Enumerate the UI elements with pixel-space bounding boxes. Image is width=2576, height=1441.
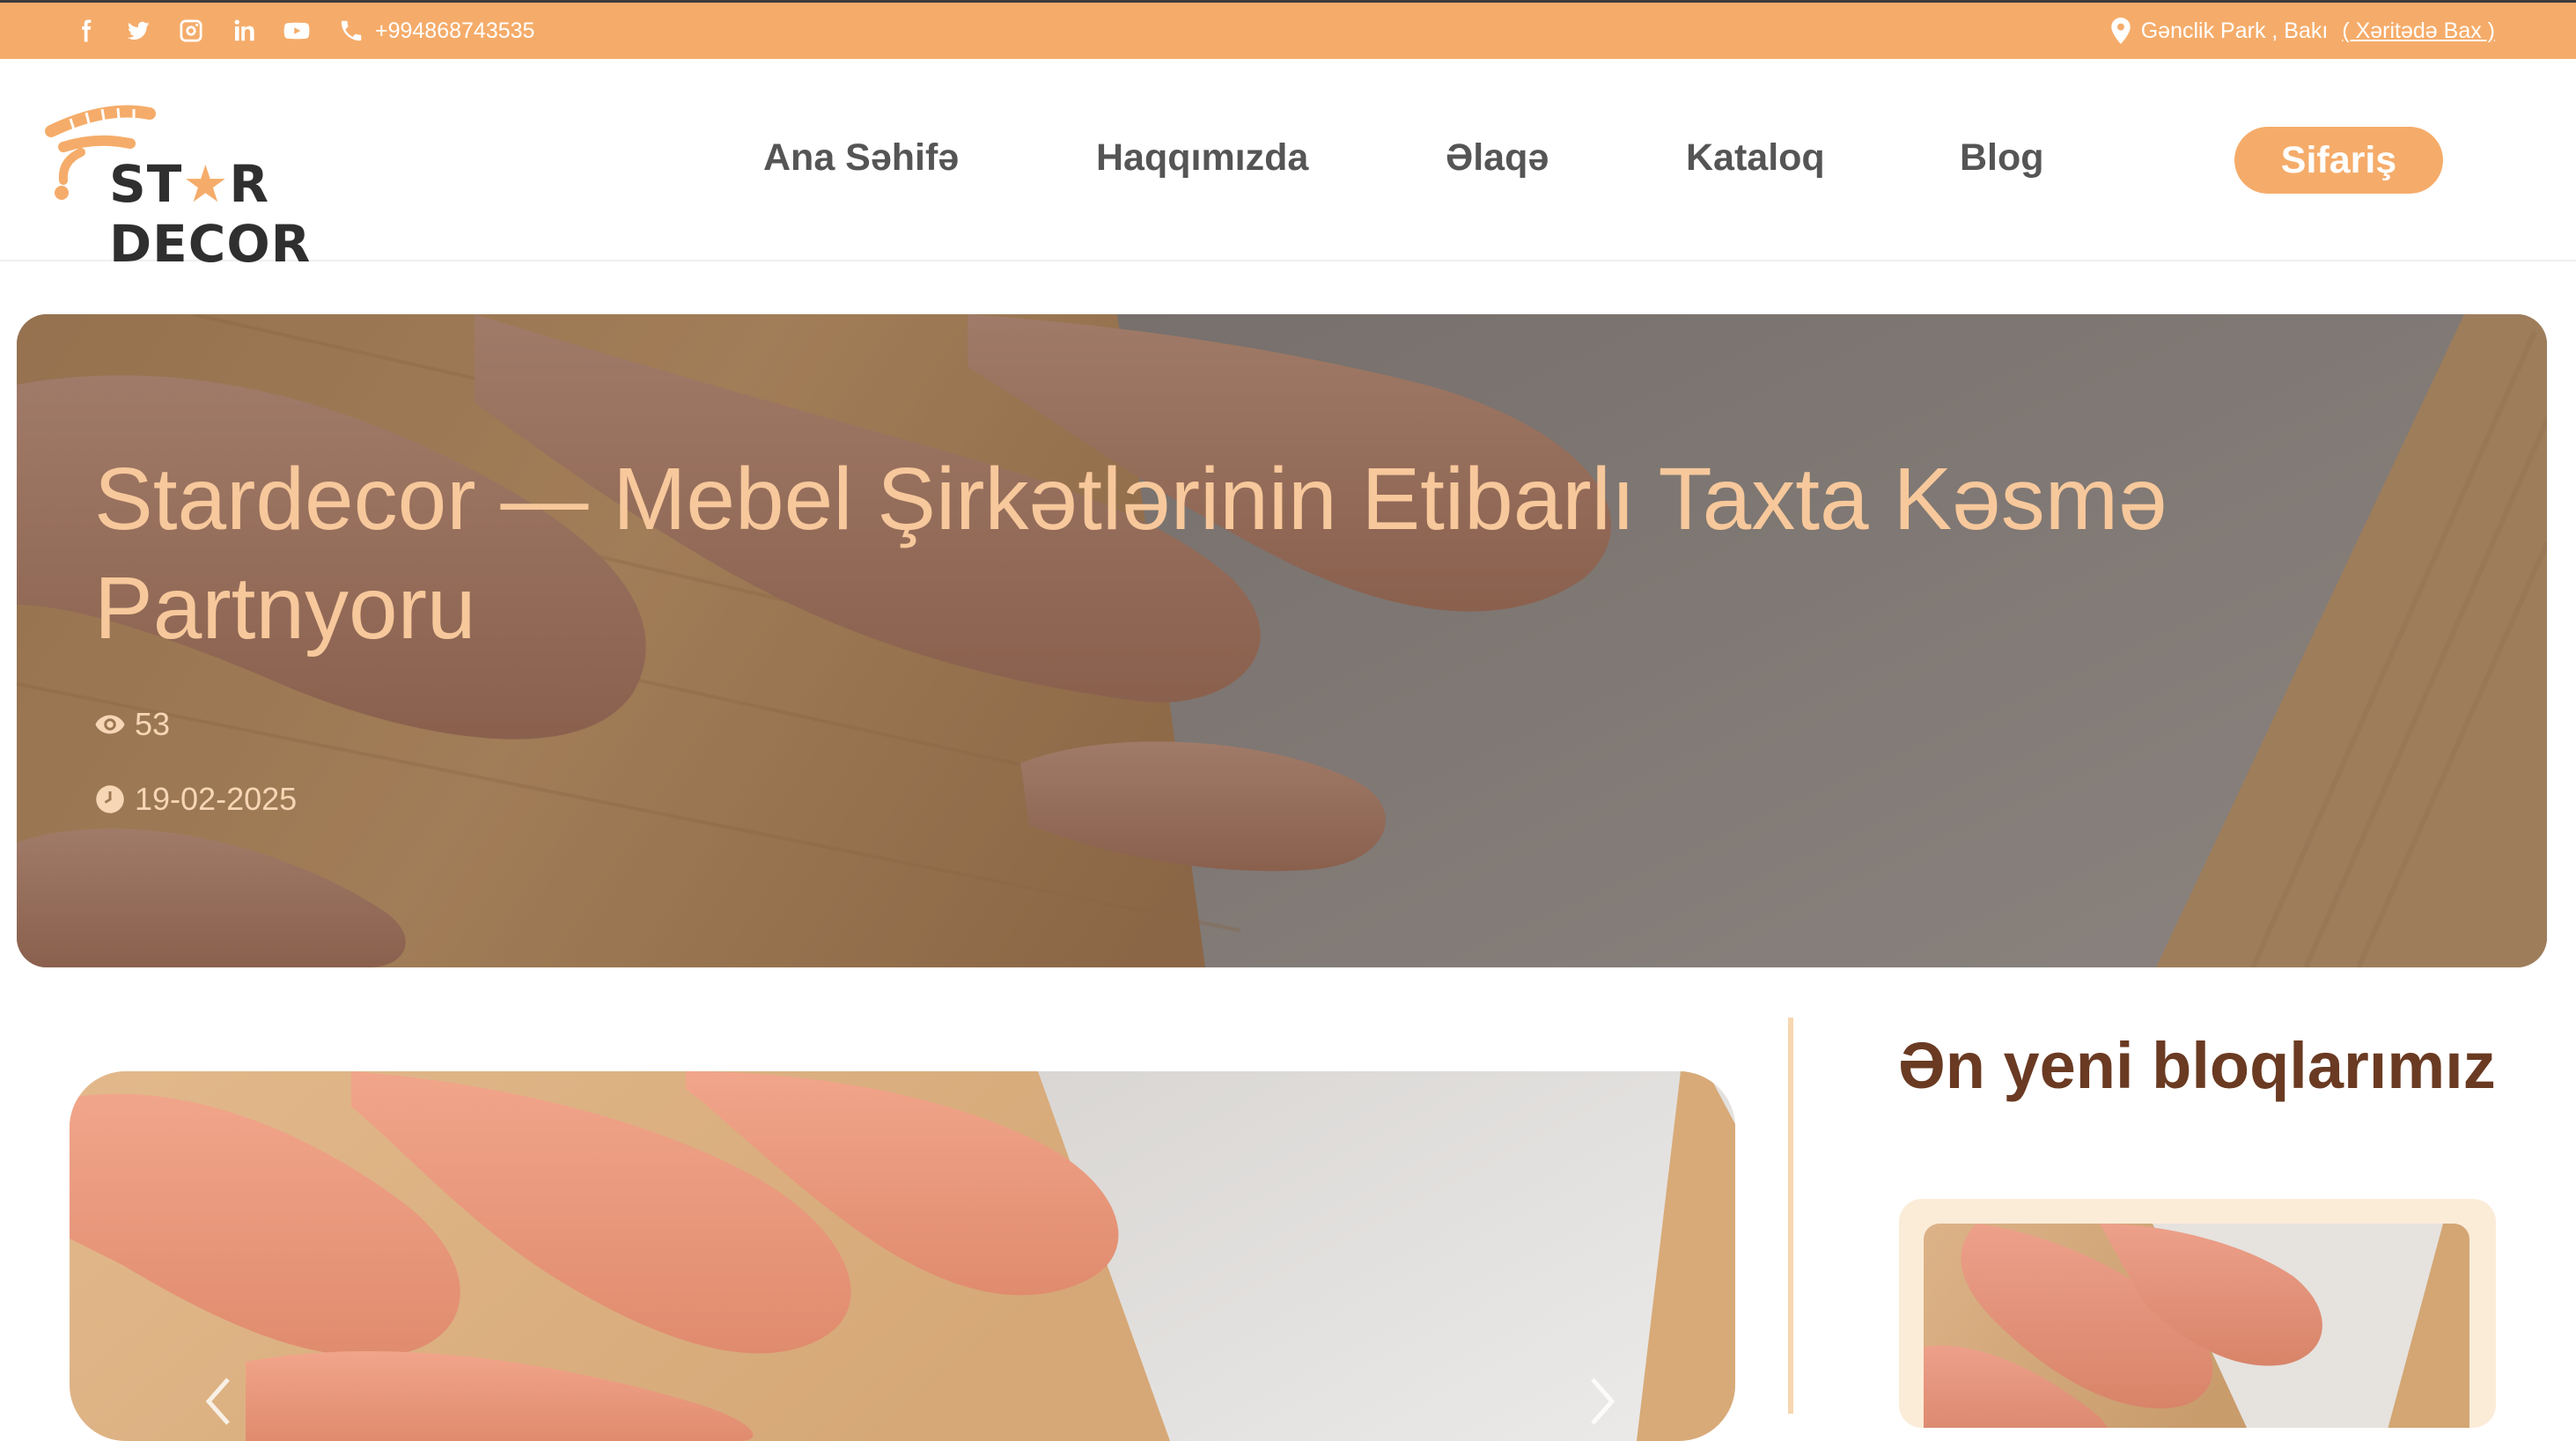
instagram-icon[interactable] [174,14,208,48]
map-link[interactable]: ( Xəritədə Bax ) [2342,18,2495,44]
nav-contact[interactable]: Əlaqə [1446,136,1549,180]
chevron-right-icon [1591,1378,1616,1425]
nav-catalog[interactable]: Kataloq [1686,136,1825,180]
social-links: +994868743535 [69,3,534,59]
hero-banner: Stardecor — Mebel Şirkətlərinin Etibarlı… [17,314,2547,967]
logo-text-start: ST [109,154,183,214]
location-info: Gənclik Park , Bakı ( Xəritədə Bax ) [2109,3,2495,59]
content-divider [1788,1018,1793,1414]
view-count: 53 [94,706,170,743]
top-bar: +994868743535 Gənclik Park , Bakı ( Xəri… [0,0,2576,59]
phone-contact[interactable]: +994868743535 [338,18,534,44]
youtube-icon[interactable] [280,14,313,48]
main-header: ST★R DECOR Ana Səhifə Haqqımızda Əlaqə K… [0,59,2576,274]
article-image-carousel [70,1071,1735,1441]
logo-star-icon: ★ [182,154,230,214]
publish-date: 19-02-2025 [94,781,297,818]
carousel-prev-button[interactable] [202,1375,237,1428]
blog-card-thumbnail [1924,1224,2469,1428]
nav-about[interactable]: Haqqımızda [1096,136,1308,180]
eye-icon [95,715,125,734]
logo[interactable]: ST★R DECOR [44,103,467,274]
facebook-icon[interactable] [69,14,102,48]
linkedin-icon[interactable] [227,14,261,48]
article-image [70,1071,1735,1441]
hero-title: Stardecor — Mebel Şirkətlərinin Etibarlı… [94,450,2168,658]
twitter-icon[interactable] [121,14,155,48]
map-pin-icon [2111,18,2131,44]
publish-date-value: 19-02-2025 [135,781,298,817]
nav-blog[interactable]: Blog [1960,136,2044,180]
phone-number: +994868743535 [375,18,535,43]
logo-wordmark: ST★R DECOR [109,154,467,274]
view-count-value: 53 [135,706,171,742]
order-button[interactable]: Sifariş [2234,127,2443,194]
chevron-left-icon [205,1378,230,1425]
carousel-next-button[interactable] [1584,1375,1619,1428]
blog-card-image [1924,1224,2469,1428]
location-text: Gənclik Park , Bakı [2140,18,2329,43]
nav-home[interactable]: Ana Səhifə [763,136,959,180]
sidebar-title: Ən yeni bloqlarımız [1898,1029,2496,1102]
phone-icon [341,20,362,41]
clock-icon [96,785,124,813]
latest-blog-card[interactable] [1899,1199,2496,1428]
